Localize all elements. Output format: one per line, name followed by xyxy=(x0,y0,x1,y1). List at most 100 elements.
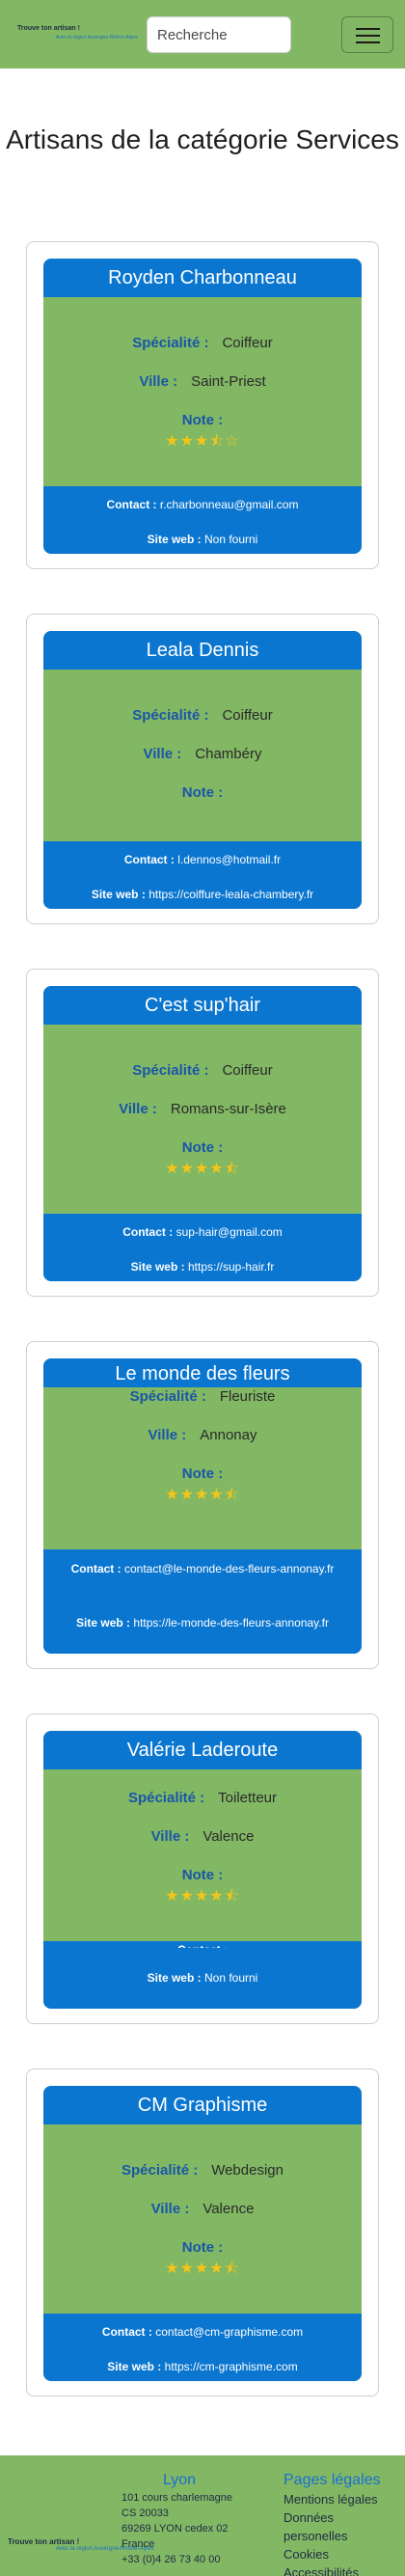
city-value: Romans-sur-Isère xyxy=(170,1101,286,1117)
rating-label: Note : xyxy=(181,1139,224,1156)
contact-label: Contact : xyxy=(123,853,175,866)
legal-link[interactable]: Mentions légales xyxy=(284,2490,390,2508)
artisan-card-body[interactable]: Royden Charbonneau Spécialité : Coiffeur … xyxy=(43,259,362,554)
rating-stars: ★★★★⯪ xyxy=(165,1487,240,1503)
contact-footer: Contact : contact@le-monde-des-fleurs-an… xyxy=(43,1549,362,1654)
contact-footer: Contact : contact@cm-graphisme.com Site … xyxy=(43,2314,362,2381)
artisan-card-body[interactable]: Leala Dennis Spécialité : Coiffeur Ville … xyxy=(43,631,362,909)
city-value: Valence xyxy=(202,1828,255,1845)
contact-line: Contact : contact@cm-graphisme.com xyxy=(53,2324,352,2340)
contact-line: Contact : contact@le-monde-des-fleurs-an… xyxy=(53,1561,352,1576)
city-label: Ville : xyxy=(150,2201,190,2217)
specialty-value: Coiffeur xyxy=(222,1062,273,1079)
website-label: Site web : xyxy=(147,1971,202,1985)
legal-title: Pages légales xyxy=(284,2472,381,2488)
website-line: Site web : https://coiffure-leala-chambe… xyxy=(53,887,352,902)
website-label: Site web : xyxy=(130,1260,185,1274)
contact-line: Contact : r.charbonneau@gmail.com xyxy=(53,497,352,512)
website-value: Non fourni xyxy=(203,533,258,546)
contact-line: Contact : xyxy=(53,1942,352,1948)
contact-email[interactable]: r.charbonneau@gmail.com xyxy=(160,498,299,511)
artisan-card: Valérie Laderoute Spécialité : Toiletteur… xyxy=(26,1713,379,2024)
contact-label: Contact : xyxy=(177,1943,228,1948)
website-line: Site web : https://cm-graphisme.com xyxy=(53,2359,352,2374)
website-label: Site web : xyxy=(147,533,202,546)
city-label: Ville : xyxy=(150,1828,190,1845)
website-value: Non fourni xyxy=(203,1971,258,1985)
hamburger-icon-line xyxy=(356,41,380,43)
specialty-value: Toiletteur xyxy=(218,1790,278,1806)
website-link[interactable]: https://cm-graphisme.com xyxy=(165,2360,298,2373)
artisan-card: Le monde des fleurs Spécialité : Fleurist… xyxy=(26,1341,379,1669)
contact-footer: Contact : l.dennos@hotmail.fr Site web :… xyxy=(43,841,362,909)
artisan-name: Le monde des fleurs xyxy=(43,1358,362,1387)
city-row: Ville : Valence xyxy=(43,1827,362,1847)
artisan-card: Leala Dennis Spécialité : Coiffeur Ville … xyxy=(26,614,379,924)
city-label: Ville : xyxy=(119,1101,157,1117)
website-line: Site web : Non fourni xyxy=(53,532,352,547)
artisan-card-body[interactable]: Le monde des fleurs Spécialité : Fleurist… xyxy=(43,1358,362,1654)
contact-footer: Contact : sup-hair@gmail.com Site web : … xyxy=(43,1214,362,1281)
address-line: France xyxy=(122,2538,155,2550)
rating-label: Note : xyxy=(181,1867,224,1883)
website-line: Site web : https://sup-hair.fr xyxy=(53,1259,352,1274)
specialty-label: Spécialité : xyxy=(129,1388,206,1405)
specialty-row: Spécialité : Coiffeur xyxy=(43,334,362,353)
contact-email[interactable]: l.dennos@hotmail.fr xyxy=(177,853,281,866)
site-footer: Trouve ton artisan ! Avec la région Auve… xyxy=(0,2455,405,2576)
site-logo[interactable]: Trouve ton artisan ! Avec la région Auve… xyxy=(17,25,138,44)
artisan-name: Leala Dennis xyxy=(43,631,362,670)
specialty-row: Spécialité : Coiffeur xyxy=(43,706,362,726)
website-link[interactable]: https://coiffure-leala-chambery.fr xyxy=(148,888,313,901)
specialty-row: Spécialité : Fleuriste xyxy=(43,1387,362,1407)
city-row: Ville : Annonay xyxy=(43,1426,362,1445)
legal-link[interactable]: Cookies xyxy=(284,2545,390,2563)
specialty-value: Coiffeur xyxy=(222,335,273,351)
city-value: Chambéry xyxy=(195,746,262,762)
website-link[interactable]: https://sup-hair.fr xyxy=(188,1260,274,1274)
specialty-value: Coiffeur xyxy=(222,707,273,724)
legal-link[interactable]: Accessibilités xyxy=(284,2563,390,2576)
rating-stars: ★★★★⯪ xyxy=(165,1161,240,1177)
contact-footer: Contact : r.charbonneau@gmail.com Site w… xyxy=(43,486,362,554)
city-row: Ville : Romans-sur-Isère xyxy=(43,1100,362,1119)
rating-label: Note : xyxy=(181,412,224,428)
logo-subtitle: Avec la région Auvergne-Rhône-Alpes xyxy=(56,35,138,41)
contact-email[interactable]: contact@le-monde-des-fleurs-annonay.fr xyxy=(124,1562,334,1576)
specialty-row: Spécialité : Coiffeur xyxy=(43,1061,362,1081)
city-label: Ville : xyxy=(148,1427,187,1443)
address-line: CS 20033 xyxy=(122,2507,169,2519)
specialty-label: Spécialité : xyxy=(132,335,209,351)
address-title: Lyon xyxy=(162,2472,197,2488)
legal-link[interactable]: Données personelles xyxy=(284,2508,390,2545)
contact-email[interactable]: sup-hair@gmail.com xyxy=(176,1225,283,1239)
website-line: Site web : https://le-monde-des-fleurs-a… xyxy=(53,1615,352,1631)
logo-title: Trouve ton artisan ! xyxy=(17,25,80,32)
website-label: Site web : xyxy=(91,888,146,901)
specialty-label: Spécialité : xyxy=(132,1062,209,1079)
phone-number: +33 (0)4 26 73 40 00 xyxy=(122,2554,221,2565)
artisan-card-body[interactable]: C'est sup'hair Spécialité : Coiffeur Vill… xyxy=(43,986,362,1281)
artisan-name: Valérie Laderoute xyxy=(43,1731,362,1769)
rating-stars: ★★★★⯪ xyxy=(165,1888,240,1905)
artisan-card: C'est sup'hair Spécialité : Coiffeur Vill… xyxy=(26,969,379,1297)
website-link[interactable]: https://le-monde-des-fleurs-annonay.fr xyxy=(133,1616,329,1630)
artisan-card: CM Graphisme Spécialité : Webdesign Ville… xyxy=(26,2069,379,2397)
search-input[interactable] xyxy=(147,16,291,53)
artisan-card-body[interactable]: CM Graphisme Spécialité : Webdesign Ville… xyxy=(43,2086,362,2381)
address-line: 69269 LYON cedex 02 xyxy=(122,2523,229,2535)
specialty-row: Spécialité : Toiletteur xyxy=(43,1789,362,1808)
contact-label: Contact : xyxy=(122,1225,174,1239)
artisan-name: CM Graphisme xyxy=(43,2086,362,2124)
artisan-card-body[interactable]: Valérie Laderoute Spécialité : Toiletteur… xyxy=(43,1731,362,2009)
specialty-label: Spécialité : xyxy=(132,707,209,724)
contact-footer: Contact : Site web : Non fourni xyxy=(43,1941,362,2009)
contact-email[interactable]: contact@cm-graphisme.com xyxy=(155,2325,303,2339)
rating-label: Note : xyxy=(181,784,224,801)
website-label: Site web : xyxy=(107,2360,162,2373)
specialty-value: Fleuriste xyxy=(219,1388,276,1405)
rating-label: Note : xyxy=(181,2239,224,2256)
website-line: Site web : Non fourni xyxy=(53,1970,352,1986)
menu-toggle-button[interactable] xyxy=(341,16,393,53)
contact-line: Contact : l.dennos@hotmail.fr xyxy=(53,852,352,867)
